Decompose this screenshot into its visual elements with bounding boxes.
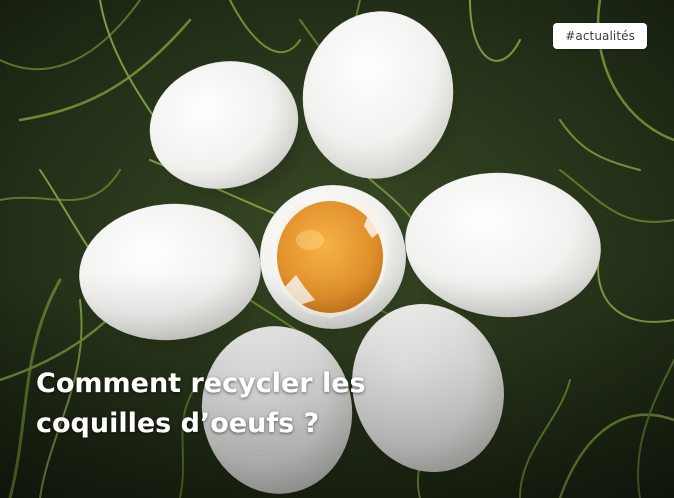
category-tag[interactable]: #actualités bbox=[553, 23, 647, 49]
article-title-line-1: Comment recycler les bbox=[36, 368, 366, 399]
article-title[interactable]: Comment recycler les coquilles d’oeufs ? bbox=[36, 364, 496, 444]
article-title-block[interactable]: Comment recycler les coquilles d’oeufs ? bbox=[36, 364, 496, 444]
article-title-line-2: coquilles d’oeufs ? bbox=[36, 408, 320, 439]
article-card[interactable]: #actualités Comment recycler les coquill… bbox=[0, 0, 674, 498]
